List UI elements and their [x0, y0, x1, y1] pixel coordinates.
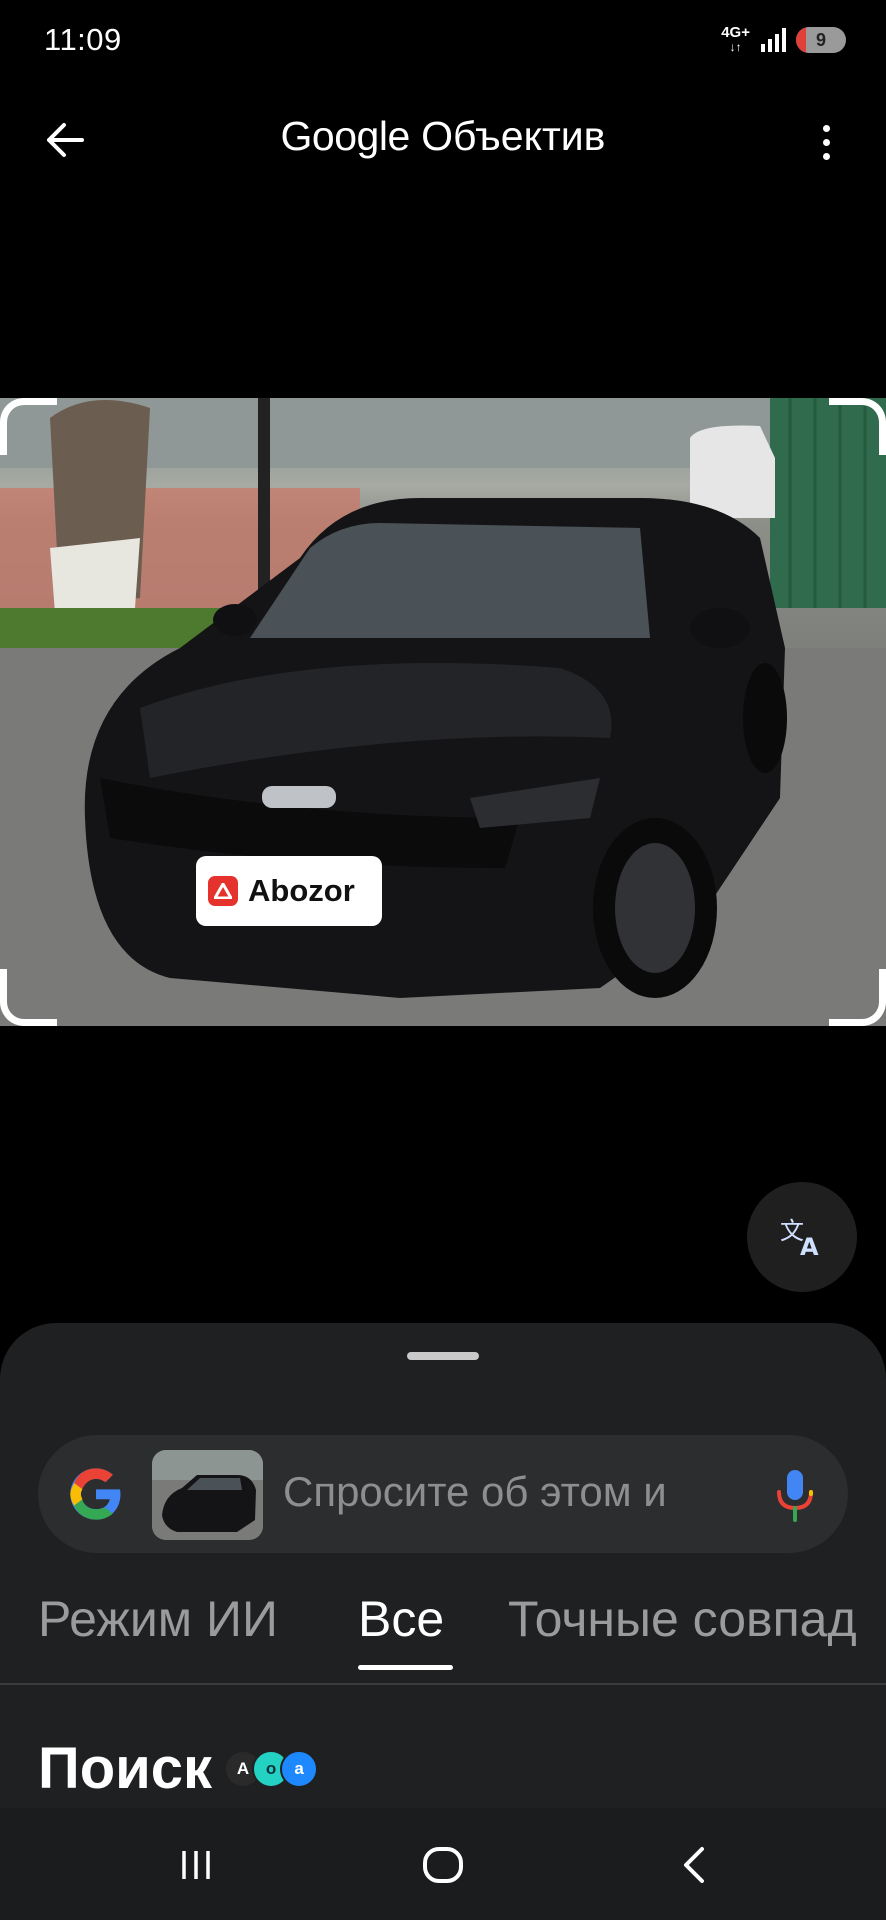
- crop-handle-bottom-left[interactable]: [0, 969, 57, 1026]
- car-photo-illustration: [0, 398, 886, 1026]
- filter-tabs: Режим ИИ Все Точные совпад: [0, 1590, 886, 1680]
- back-nav-button[interactable]: [658, 1830, 728, 1900]
- more-vert-icon: [822, 124, 830, 132]
- signal-icon: [761, 28, 786, 52]
- watermark-text: Abozor: [248, 873, 355, 908]
- google-g-icon: [70, 1468, 121, 1520]
- crop-handle-top-left[interactable]: [0, 398, 57, 455]
- results-section: Поиск A o a: [38, 1735, 319, 1802]
- back-nav-icon: [684, 1847, 704, 1883]
- mic-icon[interactable]: [773, 1468, 817, 1522]
- status-icons: 4G+ ↓↑ 9: [721, 24, 846, 54]
- lens-photo[interactable]: Abozor: [0, 398, 886, 1026]
- results-title: Поиск: [38, 1736, 213, 1801]
- sheet-drag-handle[interactable]: [407, 1352, 479, 1360]
- recents-icon: [182, 1851, 210, 1879]
- home-button[interactable]: [408, 1830, 478, 1900]
- query-image-thumbnail[interactable]: [152, 1450, 263, 1540]
- recents-button[interactable]: [161, 1830, 231, 1900]
- network-type: 4G+ ↓↑: [721, 24, 750, 54]
- app-title: Google Объектив: [0, 113, 886, 160]
- tab-ai-mode[interactable]: Режим ИИ: [38, 1590, 278, 1648]
- tab-all[interactable]: Все: [358, 1590, 444, 1648]
- tabs-divider: [0, 1683, 886, 1685]
- watermark-badge: Abozor: [196, 856, 382, 926]
- abozor-logo-icon: [208, 876, 238, 906]
- translate-icon: 文 A: [780, 1217, 819, 1257]
- active-tab-indicator: [358, 1665, 453, 1670]
- svg-text:A: A: [800, 1233, 819, 1257]
- translate-button[interactable]: 文 A: [747, 1182, 857, 1292]
- tab-exact-matches[interactable]: Точные совпад: [508, 1590, 857, 1648]
- more-options-button[interactable]: [806, 112, 846, 172]
- battery-indicator: 9: [796, 27, 846, 53]
- google-wordmark: Google: [280, 113, 411, 159]
- crop-handle-top-right[interactable]: [829, 398, 886, 455]
- crop-handle-bottom-right[interactable]: [829, 969, 886, 1026]
- lens-label: Объектив: [421, 113, 606, 159]
- source-favicon-a: a: [280, 1749, 319, 1788]
- home-icon: [423, 1847, 463, 1883]
- status-time: 11:09: [44, 22, 122, 57]
- search-input[interactable]: Спросите об этом и: [283, 1468, 733, 1516]
